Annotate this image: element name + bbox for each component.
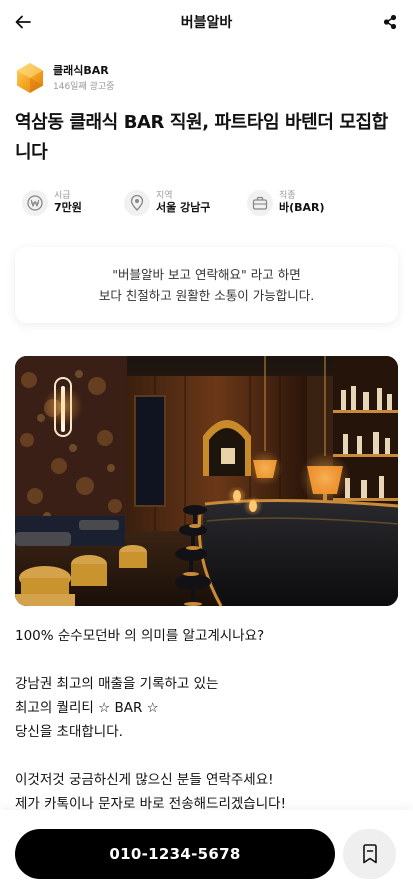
page-title: 버블알바 [180, 15, 233, 31]
share-button[interactable] [379, 11, 401, 33]
app-header: 버블알바 [0, 0, 413, 44]
desc-line: 100% 순수모던바 의 의미를 알고계시나요? [15, 628, 265, 644]
desc-line: 강남권 최고의 매출을 기록하고 있는 [15, 676, 219, 692]
contact-notice: "버블알바 보고 연락해요" 라고 하면 보다 친절하고 원활한 소통이 가능합… [15, 247, 398, 323]
location-pin-icon [124, 190, 150, 216]
share-icon [383, 14, 397, 30]
attr-category-label: 직종 [279, 191, 296, 201]
attr-location: 지역 서울 강남구 [124, 188, 210, 218]
desc-line [15, 648, 405, 672]
attr-wage-value: 7만원 [54, 201, 82, 214]
bookmark-button[interactable] [343, 829, 396, 879]
attr-location-label: 지역 [156, 191, 173, 201]
attr-category-value: 바(BAR) [279, 201, 325, 214]
attr-wage-label: 시급 [54, 191, 71, 201]
company-name: 클래식BAR [53, 63, 109, 77]
desc-line: 최고의 퀄리티 ☆ BAR ☆ [15, 700, 159, 716]
bottom-action-bar: 010-1234-5678 [0, 810, 413, 894]
job-description: 100% 순수모던바 의 의미를 알고계시나요? 강남권 최고의 매출을 기록하… [15, 624, 405, 816]
company-logo [17, 63, 43, 93]
briefcase-icon [247, 190, 273, 216]
attr-location-value: 서울 강남구 [156, 201, 211, 214]
bar-interior-photo [15, 356, 398, 606]
bookmark-icon [362, 844, 377, 864]
job-attributes: 시급 7만원 지역 서울 강남구 직종 바(BAR) [22, 188, 402, 218]
desc-line [15, 744, 405, 768]
company-info[interactable]: 클래식BAR 146일째 광고중 [15, 60, 114, 96]
desc-line: 이것저것 궁금하신게 많으신 분들 연락주세요! [15, 772, 274, 788]
attr-category: 직종 바(BAR) [247, 188, 325, 218]
ad-duration: 146일째 광고중 [53, 81, 115, 92]
won-coin-icon [22, 190, 48, 216]
desc-line: 당신을 초대합니다. [15, 724, 123, 740]
job-title: 역삼동 클래식 BAR 직원, 파트타임 바텐더 모집합니다 [15, 112, 388, 163]
attr-wage: 시급 7만원 [22, 188, 82, 218]
notice-line-1: "버블알바 보고 연락해요" 라고 하면 [112, 267, 301, 282]
notice-line-2: 보다 친절하고 원활한 소통이 가능합니다. [98, 288, 315, 303]
call-button[interactable]: 010-1234-5678 [15, 829, 335, 879]
